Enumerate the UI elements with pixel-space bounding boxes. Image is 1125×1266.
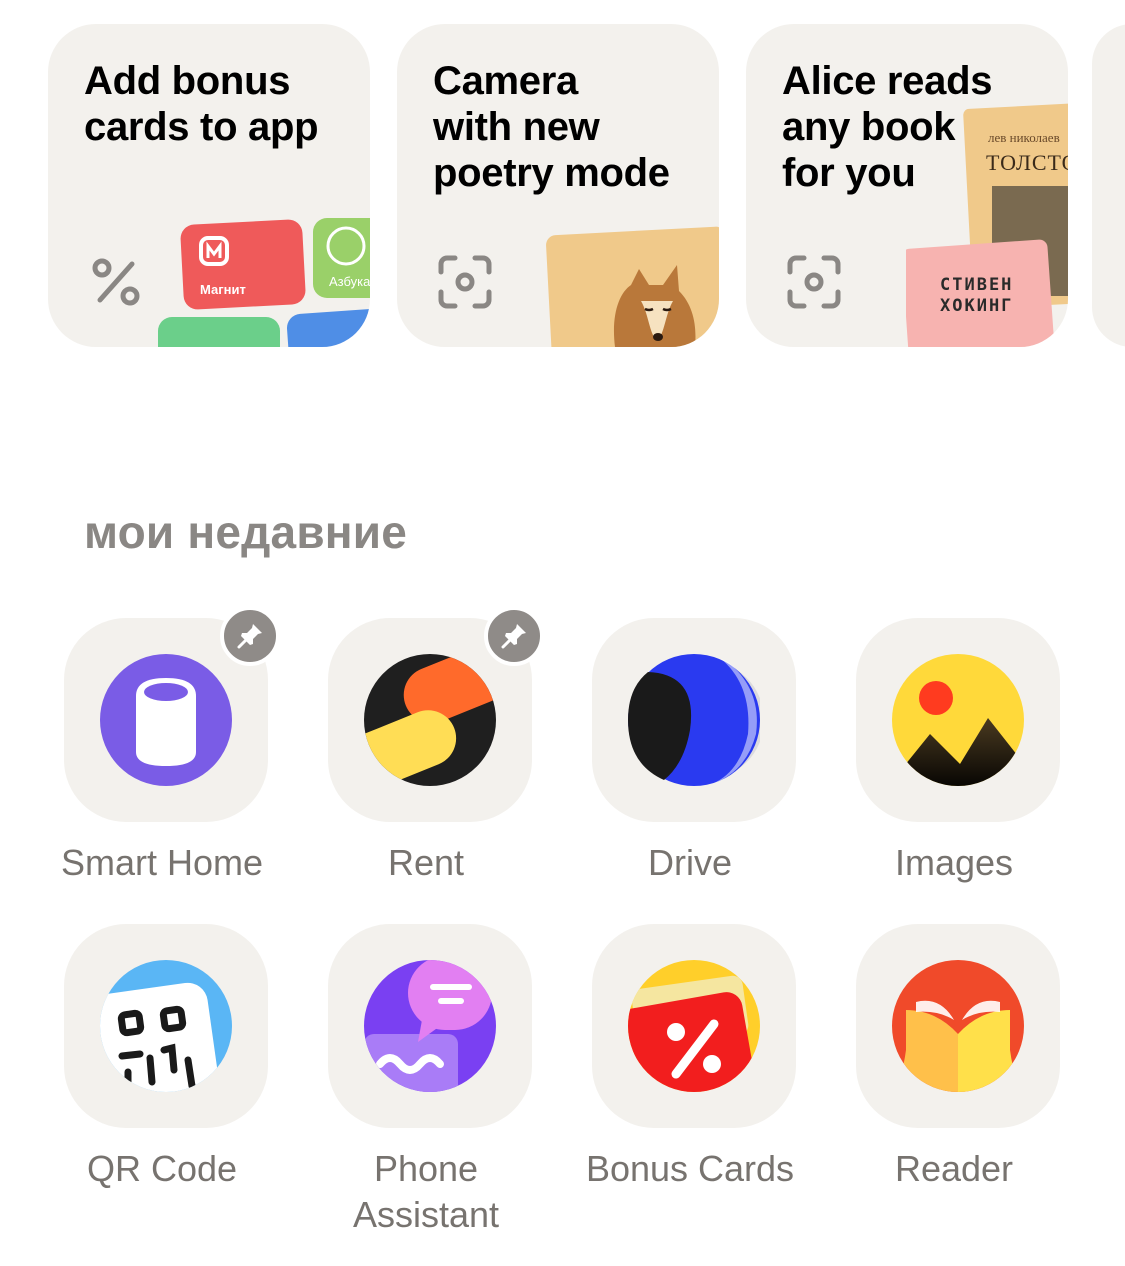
- pin-icon: [501, 624, 526, 649]
- app-label: QR Code: [86, 1148, 238, 1189]
- app-tile[interactable]: [592, 924, 796, 1128]
- drive-icon: [628, 654, 760, 786]
- magnit-card-label: Магнит: [200, 282, 246, 297]
- app-tile[interactable]: [328, 924, 532, 1128]
- app-tile[interactable]: [592, 618, 796, 822]
- promo-title: Alice reads any book for you: [782, 59, 993, 195]
- book-title: ТОЛСТО: [986, 150, 1068, 175]
- app-label: Drive: [647, 842, 732, 883]
- app-tile[interactable]: [856, 618, 1060, 822]
- app-label: Rent: [387, 842, 465, 883]
- promo-title: Camera with new poetry mode: [433, 59, 670, 195]
- reader-icon: [892, 960, 1024, 1092]
- app-tile[interactable]: [64, 924, 268, 1128]
- app-tile[interactable]: [856, 924, 1060, 1128]
- images-icon: [892, 654, 1024, 786]
- app-label: Smart Home: [60, 842, 264, 883]
- pin-icon: [237, 624, 262, 649]
- azbuka-card-label: Азбука: [329, 274, 370, 289]
- promo-card-camera-poetry[interactable]: Camera with new poetry mode: [397, 24, 719, 347]
- bonus-cards-icon: [628, 960, 760, 1092]
- rent-icon: [364, 654, 496, 786]
- promo-card-bonus-cards[interactable]: Add bonus cards to app Магнит Азбука: [48, 24, 370, 347]
- qr-code-icon: [100, 960, 232, 1092]
- book-author: лев николаев: [988, 130, 1060, 145]
- pin-badge[interactable]: [220, 606, 280, 666]
- book-subtitle-2: ХОКИНГ: [940, 296, 1013, 316]
- app-label: Bonus Cards: [585, 1148, 795, 1189]
- promo-card-alice-reads[interactable]: лев николаев ТОЛСТО СТИВЕН ХОКИНГ Alice …: [746, 24, 1068, 347]
- promo-card-next-peek[interactable]: [1092, 24, 1125, 347]
- app-label: Phone Assistant: [352, 1148, 500, 1235]
- book-title-2: СТИВЕН: [940, 275, 1013, 295]
- camera-scan-icon: [438, 255, 492, 309]
- pin-badge[interactable]: [484, 606, 544, 666]
- phone-assistant-icon: [364, 960, 496, 1092]
- camera-scan-icon: [787, 255, 841, 309]
- dog-photo: [546, 226, 719, 347]
- section-title-recent: мои недавние: [84, 506, 408, 558]
- smart-home-icon: [100, 654, 232, 786]
- app-label: Images: [894, 842, 1014, 883]
- app-label: Reader: [894, 1148, 1014, 1189]
- percent-icon: [92, 258, 140, 306]
- promo-title: Add bonus cards to app: [84, 59, 319, 149]
- bonus-cards-illustration: Магнит Азбука: [158, 218, 370, 347]
